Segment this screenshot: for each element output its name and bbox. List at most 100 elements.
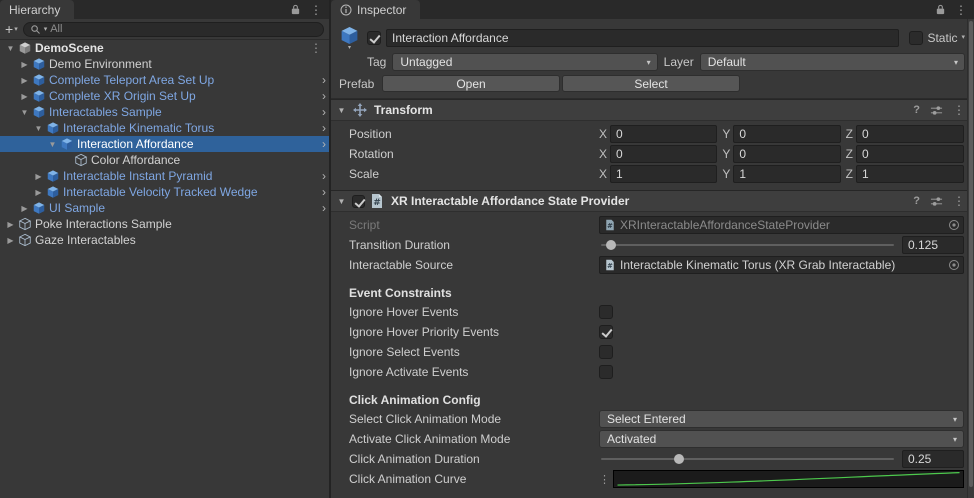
position-x-field[interactable] [610, 125, 717, 143]
ignore-hover-priority-events-checkbox[interactable] [599, 325, 613, 339]
object-picker-icon[interactable] [947, 259, 961, 271]
scale-x-field[interactable] [610, 165, 717, 183]
layer-dropdown[interactable]: Default ▾ [700, 53, 965, 71]
hierarchy-item-interactable-kinematic-torus[interactable]: ▼ Interactable Kinematic Torus › [0, 120, 329, 136]
prefab-open-button[interactable]: Open [382, 75, 560, 92]
hierarchy-item-interactables-sample[interactable]: ▼ Interactables Sample › [0, 104, 329, 120]
lock-icon[interactable] [935, 4, 946, 15]
scale-y-field[interactable] [733, 165, 840, 183]
scrollbar-thumb[interactable] [969, 21, 973, 487]
foldout-arrow-icon[interactable]: ▶ [4, 236, 17, 245]
foldout-arrow-icon[interactable]: ▼ [32, 124, 45, 133]
rotation-y-field[interactable] [733, 145, 840, 163]
static-flags-dropdown-icon[interactable]: ▾ [961, 34, 965, 41]
transition-duration-field[interactable] [902, 236, 964, 254]
ignore-hover-events-checkbox[interactable] [599, 305, 613, 319]
hierarchy-item-poke-interactions-sample[interactable]: ▶ Poke Interactions Sample [0, 216, 329, 232]
scale-z-field[interactable] [856, 165, 964, 183]
foldout-arrow-icon[interactable]: ▼ [18, 108, 31, 117]
rotation-z-field[interactable] [856, 145, 964, 163]
name-field[interactable] [386, 29, 899, 47]
prefab-open-chevron-icon[interactable]: › [322, 104, 326, 120]
hierarchy-item-color-affordance[interactable]: Color Affordance [0, 152, 329, 168]
slider-handle[interactable] [606, 240, 616, 250]
transition-duration-slider[interactable] [599, 236, 896, 254]
foldout-arrow-icon[interactable]: ▶ [4, 220, 17, 229]
foldout-arrow-icon[interactable]: ▶ [18, 60, 31, 69]
axis-label: Y [722, 127, 730, 141]
click-animation-curve-field[interactable] [613, 470, 964, 488]
scene-options-icon[interactable]: ⋮ [310, 41, 329, 55]
inspector-scrollbar[interactable] [967, 19, 974, 498]
foldout-arrow-icon[interactable]: ▼ [4, 44, 17, 53]
click-animation-duration-slider[interactable] [599, 450, 896, 468]
static-checkbox[interactable] [909, 31, 923, 45]
prefab-open-chevron-icon[interactable]: › [322, 200, 326, 216]
scene-row-demoscene[interactable]: ▼ DemoScene ⋮ [0, 40, 329, 56]
hierarchy-item-complete-teleport-area-set-up[interactable]: ▶ Complete Teleport Area Set Up › [0, 72, 329, 88]
affordance-provider-header[interactable]: ▼ # XR Interactable Affordance State Pro… [331, 190, 974, 212]
prefab-open-chevron-icon[interactable]: › [322, 168, 326, 184]
vector3-fields: XYZ [599, 145, 964, 163]
ignore-select-events-checkbox[interactable] [599, 345, 613, 359]
curve-context-menu-icon[interactable]: ⋮ [599, 473, 610, 486]
rotation-x-field[interactable] [610, 145, 717, 163]
prefab-open-chevron-icon[interactable]: › [322, 136, 326, 152]
foldout-arrow-icon[interactable]: ▶ [32, 172, 45, 181]
prefab-open-chevron-icon[interactable]: › [322, 72, 326, 88]
transform-header[interactable]: ▼ Transform ? ⋮ [331, 99, 974, 121]
tab-hierarchy[interactable]: Hierarchy [0, 0, 74, 19]
component-enabled-checkbox[interactable] [352, 195, 365, 208]
inspector-menu-icon[interactable]: ⋮ [955, 4, 967, 16]
foldout-arrow-icon[interactable]: ▶ [18, 76, 31, 85]
search-input[interactable] [50, 23, 317, 35]
axis-label: Z [846, 147, 853, 161]
hierarchy-tabbar: Hierarchy ⋮ [0, 0, 329, 19]
foldout-arrow-icon[interactable]: ▶ [18, 204, 31, 213]
position-z-field[interactable] [856, 125, 964, 143]
foldout-arrow-icon[interactable]: ▼ [46, 140, 59, 149]
hierarchy-item-complete-xr-origin-set-up[interactable]: ▶ Complete XR Origin Set Up › [0, 88, 329, 104]
interactable-source-field[interactable]: # Interactable Kinematic Torus (XR Grab … [599, 256, 964, 274]
click-animation-duration-field[interactable] [902, 450, 964, 468]
tab-inspector[interactable]: Inspector [331, 0, 420, 19]
prefab-cube-icon [46, 121, 60, 135]
presets-icon[interactable] [930, 104, 943, 117]
gameobject-prefab-icon[interactable]: ▾ [337, 25, 362, 51]
hierarchy-item-interactable-velocity-tracked-wedge[interactable]: ▶ Interactable Velocity Tracked Wedge › [0, 184, 329, 200]
create-button[interactable]: + ▾ [5, 22, 18, 36]
prefab-select-button[interactable]: Select [562, 75, 740, 92]
prefab-open-chevron-icon[interactable]: › [322, 120, 326, 136]
event-constraints-rows: Ignore Hover EventsIgnore Hover Priority… [331, 302, 964, 382]
hierarchy-item-label: UI Sample [49, 201, 105, 215]
foldout-arrow-icon[interactable]: ▶ [32, 188, 45, 197]
ignore-hover-priority-events-row: Ignore Hover Priority Events [331, 322, 964, 342]
hierarchy-item-ui-sample[interactable]: ▶ UI Sample › [0, 200, 329, 216]
presets-icon[interactable] [930, 195, 943, 208]
active-checkbox[interactable] [367, 31, 381, 45]
component-menu-icon[interactable]: ⋮ [953, 195, 965, 207]
tag-dropdown[interactable]: Untagged ▾ [392, 53, 657, 71]
hierarchy-menu-icon[interactable]: ⋮ [310, 4, 322, 16]
hierarchy-search[interactable]: ▾ [23, 22, 324, 37]
ignore-activate-events-checkbox[interactable] [599, 365, 613, 379]
select-click-animation-mode-dropdown[interactable]: Select Entered ▾ [599, 410, 964, 428]
prefab-open-chevron-icon[interactable]: › [322, 88, 326, 104]
prefab-open-chevron-icon[interactable]: › [322, 184, 326, 200]
slider-handle[interactable] [674, 454, 684, 464]
lock-icon[interactable] [290, 4, 301, 15]
hierarchy-item-demo-environment[interactable]: ▶ Demo Environment [0, 56, 329, 72]
foldout-arrow-icon[interactable]: ▶ [18, 92, 31, 101]
hierarchy-item-gaze-interactables[interactable]: ▶ Gaze Interactables [0, 232, 329, 248]
help-icon[interactable]: ? [913, 195, 920, 207]
help-icon[interactable]: ? [913, 104, 920, 116]
position-y-field[interactable] [733, 125, 840, 143]
search-filter-arrow-icon[interactable]: ▾ [44, 26, 48, 33]
component-menu-icon[interactable]: ⋮ [953, 104, 965, 116]
hierarchy-item-interactable-instant-pyramid[interactable]: ▶ Interactable Instant Pyramid › [0, 168, 329, 184]
foldout-arrow-icon[interactable]: ▼ [335, 106, 348, 115]
activate-click-animation-mode-dropdown[interactable]: Activated ▾ [599, 430, 964, 448]
foldout-arrow-icon[interactable]: ▼ [335, 197, 348, 206]
object-picker-icon[interactable] [947, 219, 961, 231]
hierarchy-item-interaction-affordance[interactable]: ▼ Interaction Affordance › [0, 136, 329, 152]
